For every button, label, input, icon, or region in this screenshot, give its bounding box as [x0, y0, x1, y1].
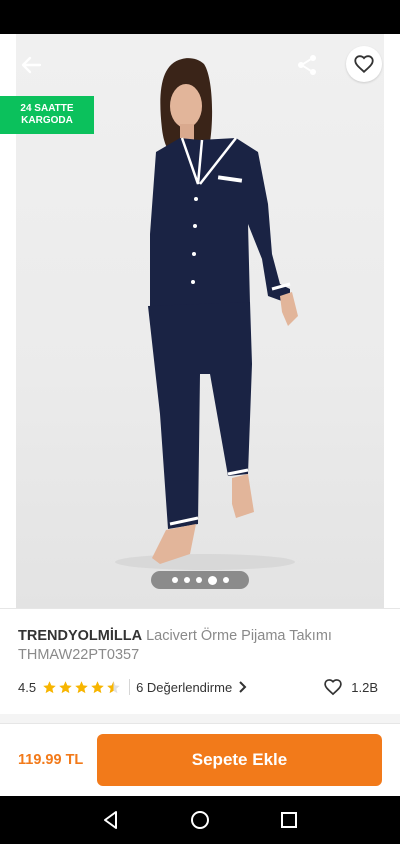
product-title: TRENDYOLMİLLA Lacivert Örme Pijama Takım… [18, 627, 384, 665]
android-navigation-bar [0, 796, 400, 844]
heart-icon [324, 679, 343, 696]
cargo-badge-line1: 24 SAATTE [20, 103, 74, 114]
gallery-dot-active[interactable] [207, 575, 217, 585]
cargo-badge-line2: KARGODA [21, 115, 73, 126]
rating-row: 4.5 6 Değerlendirme 1.2B [18, 677, 384, 697]
favorite-count[interactable]: 1.2B [323, 677, 384, 697]
product-image[interactable]: 24 SAATTE KARGODA [0, 34, 400, 608]
gallery-dot[interactable] [195, 577, 202, 583]
nav-back-icon[interactable] [100, 809, 122, 831]
product-code: THMAW22PT0357 [18, 647, 140, 663]
star-icon [43, 680, 56, 693]
chevron-right-icon [239, 681, 247, 693]
cargo-badge: 24 SAATTE KARGODA [0, 96, 94, 134]
half-star-icon [107, 680, 120, 693]
product-info: TRENDYOLMİLLA Lacivert Örme Pijama Takım… [0, 608, 400, 714]
section-separator [0, 714, 400, 724]
nav-home-icon[interactable] [189, 809, 211, 831]
price: 119.99 TL [18, 752, 84, 768]
favorite-button[interactable] [346, 46, 382, 82]
status-bar [0, 0, 400, 34]
favorite-count-value: 1.2B [351, 679, 378, 695]
gallery-pagination[interactable] [151, 571, 249, 589]
product-name: Lacivert Örme Pijama Takımı [146, 628, 332, 644]
brand-name[interactable]: TRENDYOLMİLLA [18, 628, 142, 644]
star-icon [75, 680, 88, 693]
add-to-cart-button[interactable]: Sepete Ekle [97, 734, 382, 786]
share-icon [298, 55, 316, 75]
rating-stars [42, 680, 121, 695]
purchase-bar: 119.99 TL Sepete Ekle [0, 724, 400, 796]
rating-score: 4.5 [18, 679, 37, 695]
gallery-dot[interactable] [183, 577, 190, 583]
gallery-dot[interactable] [171, 577, 178, 583]
back-button[interactable] [14, 50, 48, 80]
reviews-label: 6 Değerlendirme [136, 679, 233, 695]
heart-icon [354, 55, 374, 74]
gallery-dot[interactable] [222, 577, 229, 583]
star-icon [91, 680, 104, 693]
nav-recents-icon[interactable] [278, 809, 300, 831]
star-icon [59, 680, 72, 693]
reviews-link[interactable]: 6 Değerlendirme [136, 680, 248, 695]
share-button[interactable] [292, 50, 322, 80]
back-arrow-icon [21, 56, 42, 74]
rating-divider [129, 679, 131, 695]
